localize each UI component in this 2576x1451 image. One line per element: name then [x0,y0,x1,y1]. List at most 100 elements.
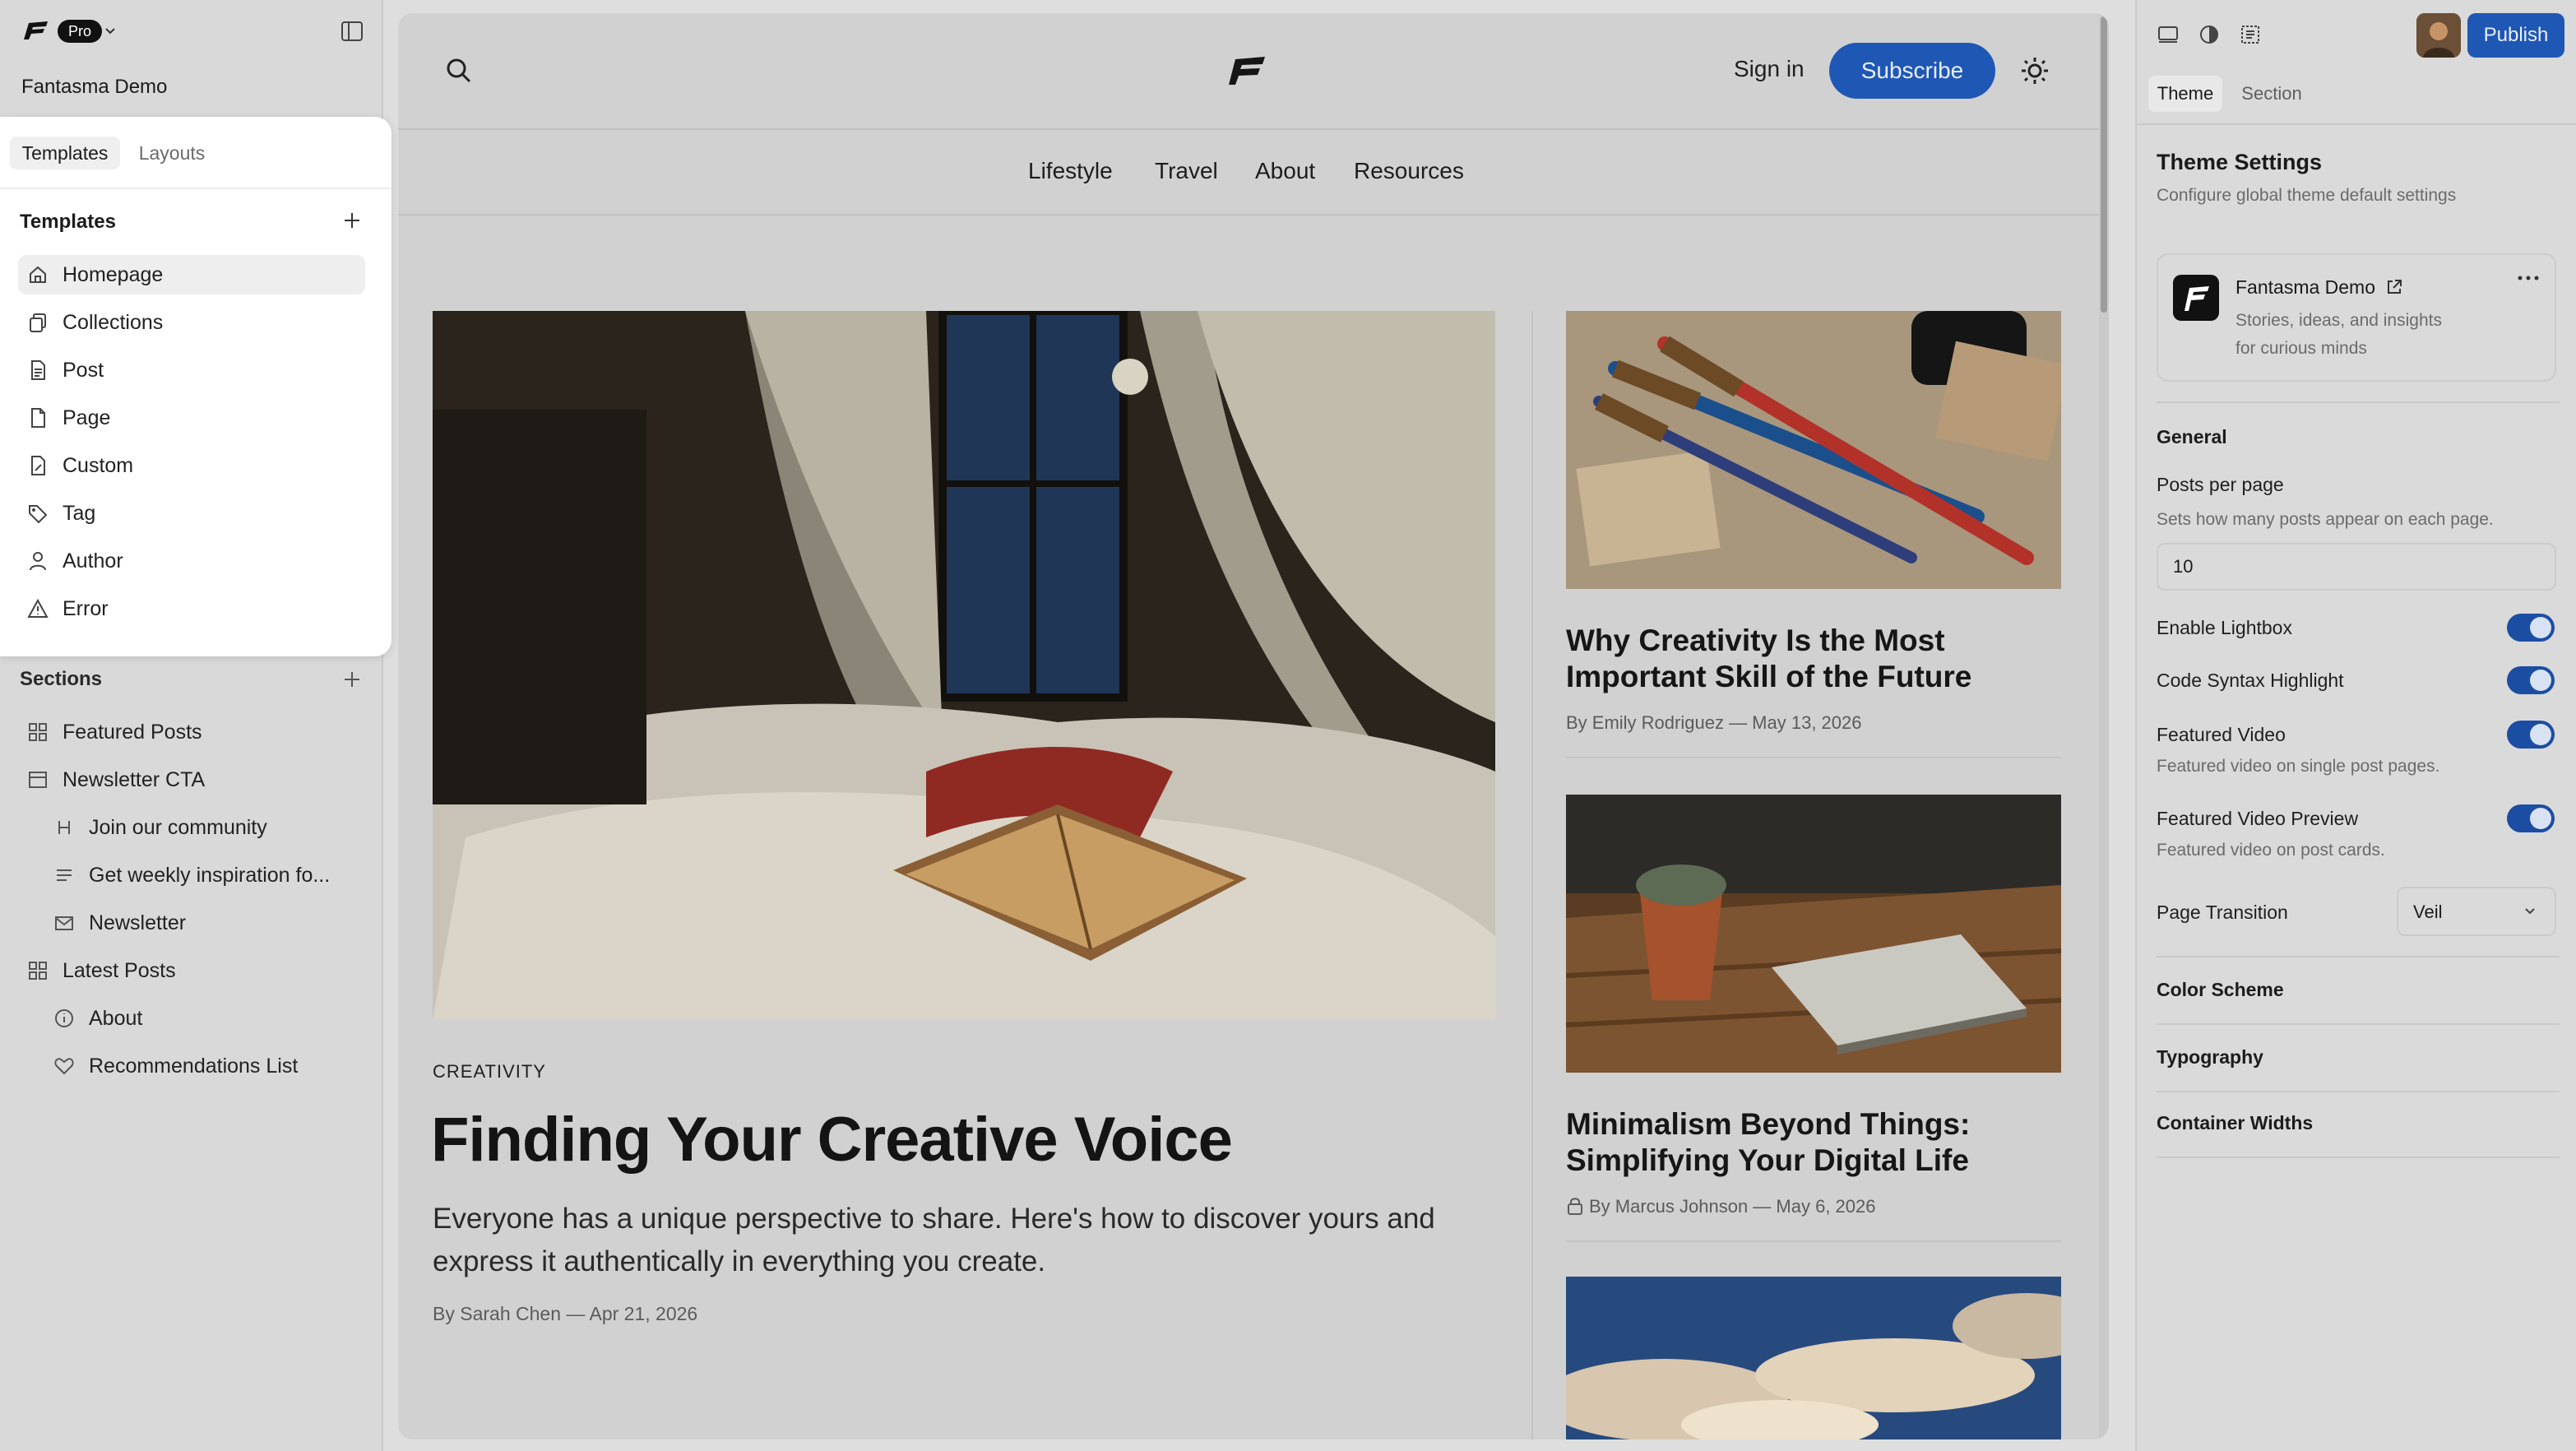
template-label: Collections [63,310,164,334]
tab-layouts[interactable]: Layouts [127,137,217,169]
side-post-image-1[interactable] [1566,311,2061,589]
contrast-icon[interactable] [2198,23,2221,46]
featured-post-image[interactable] [433,311,1495,1020]
template-item-custom[interactable]: Custom [18,446,365,485]
scrollbar-thumb[interactable] [2101,16,2107,313]
chevron-down-icon [2523,905,2537,918]
section-item-weekly-inspiration[interactable]: Get weekly inspiration fo... [18,855,365,895]
site-name[interactable]: Fantasma Demo [21,76,167,99]
site-logo-icon[interactable] [1225,54,1267,87]
template-item-page[interactable]: Page [18,398,365,438]
featured-post-title[interactable]: Finding Your Creative Voice [431,1104,1233,1175]
toggle-label-featured-video: Featured Video [2157,724,2286,745]
section-label: Get weekly inspiration fo... [89,863,331,887]
nav-resources[interactable]: Resources [1354,158,1464,184]
template-item-tag[interactable]: Tag [18,494,365,533]
toggle-syntax-highlight[interactable] [2507,666,2555,694]
templates-heading: Templates [20,211,116,233]
template-item-homepage[interactable]: Homepage [18,255,365,294]
sections-heading: Sections [20,668,103,690]
desktop-icon[interactable] [2157,23,2180,46]
more-icon[interactable] [2517,273,2540,283]
header-divider [398,128,2109,130]
file-edit-icon [26,454,49,477]
external-link-icon[interactable] [2385,278,2403,296]
template-item-post[interactable]: Post [18,350,365,390]
chevron-down-icon[interactable] [104,25,117,38]
featured-post-excerpt-line1: Everyone has a unique perspective to sha… [433,1203,1435,1235]
nav-travel[interactable]: Travel [1155,158,1218,184]
posts-per-page-input[interactable]: 10 [2157,543,2556,591]
template-label: Page [63,406,111,429]
side-post-image-3[interactable] [1566,1277,2061,1439]
section-item-featured-posts[interactable]: Featured Posts [18,712,365,752]
site-card-name[interactable]: Fantasma Demo [2235,276,2375,299]
toggle-label-syntax: Code Syntax Highlight [2157,670,2344,691]
panel-title: Theme Settings [2157,150,2323,174]
settings-panel: Publish Theme Section Theme Settings Con… [2135,0,2576,1451]
divider [2157,1091,2560,1092]
site-logo [2173,275,2219,321]
section-item-newsletter[interactable]: Newsletter [18,903,365,943]
nav-about[interactable]: About [1255,158,1315,184]
mail-icon [53,911,76,934]
section-item-join-community[interactable]: Join our community [18,808,365,847]
page-transition-select[interactable]: Veil [2397,887,2556,936]
tab-section[interactable]: Section [2231,76,2313,112]
group-color-scheme[interactable]: Color Scheme [2157,979,2284,1001]
fantasma-logo-icon[interactable] [21,20,49,41]
publish-button[interactable]: Publish [2467,13,2564,58]
subscribe-button[interactable]: Subscribe [1829,43,1995,99]
group-container-widths[interactable]: Container Widths [2157,1112,2313,1134]
template-item-author[interactable]: Author [18,541,365,581]
side-post-title-2a[interactable]: Minimalism Beyond Things: [1566,1107,1970,1142]
side-post-title-1a[interactable]: Why Creativity Is the Most [1566,624,1945,658]
divider [2157,956,2560,957]
section-label: Recommendations List [89,1054,299,1078]
template-item-error[interactable]: Error [18,589,365,628]
layout-grid-icon[interactable] [2239,23,2262,46]
nav-lifestyle[interactable]: Lifestyle [1028,158,1113,184]
section-item-latest-posts[interactable]: Latest Posts [18,951,365,990]
toggle-lightbox[interactable] [2507,614,2555,642]
toggle-label-video-preview: Featured Video Preview [2157,808,2359,829]
search-icon[interactable] [444,56,474,86]
tab-theme[interactable]: Theme [2148,76,2222,112]
section-label: Newsletter CTA [63,767,206,791]
plan-badge[interactable]: Pro [58,20,102,43]
side-post-image-2[interactable] [1566,795,2061,1073]
section-label: Newsletter [89,911,187,934]
divider [2157,401,2560,403]
side-post-title-1b[interactable]: Important Skill of the Future [1566,660,1971,694]
featured-post-excerpt-line2: express it authentically in everything y… [433,1245,1046,1277]
lock-icon [1566,1196,1584,1216]
avatar[interactable] [2416,13,2461,58]
panel-subtitle: Configure global theme default settings [2157,186,2457,205]
section-item-recommendations[interactable]: Recommendations List [18,1046,365,1086]
featured-post-byline: By Sarah Chen — Apr 21, 2026 [433,1303,698,1324]
warning-icon [26,597,49,620]
site-card-desc-2: for curious minds [2235,339,2367,358]
tab-templates[interactable]: Templates [10,137,120,169]
section-item-newsletter-cta[interactable]: Newsletter CTA [18,760,365,800]
toggle-featured-video-preview[interactable] [2507,804,2555,832]
toggle-featured-video[interactable] [2507,721,2555,749]
copy-icon [26,311,49,334]
sun-icon[interactable] [2020,56,2050,86]
side-post-title-2b[interactable]: Simplifying Your Digital Life [1566,1143,1969,1178]
left-sidebar: Pro Fantasma Demo Templates Layouts Temp… [0,0,391,1451]
template-item-collections[interactable]: Collections [18,303,365,342]
sidebar-toggle-icon[interactable] [341,20,364,43]
site-card-desc-1: Stories, ideas, and insights [2235,311,2442,330]
section-item-about[interactable]: About [18,999,365,1038]
scrollbar[interactable] [2099,13,2109,1439]
text-icon [53,864,76,887]
group-typography[interactable]: Typography [2157,1046,2263,1069]
template-label: Author [63,549,123,573]
heart-icon [53,1055,76,1078]
sign-in-link[interactable]: Sign in [1734,56,1805,82]
featured-post-category[interactable]: CREATIVITY [433,1061,546,1082]
home-icon [26,263,49,286]
add-section-icon[interactable] [342,670,362,689]
add-template-icon[interactable] [342,211,362,230]
